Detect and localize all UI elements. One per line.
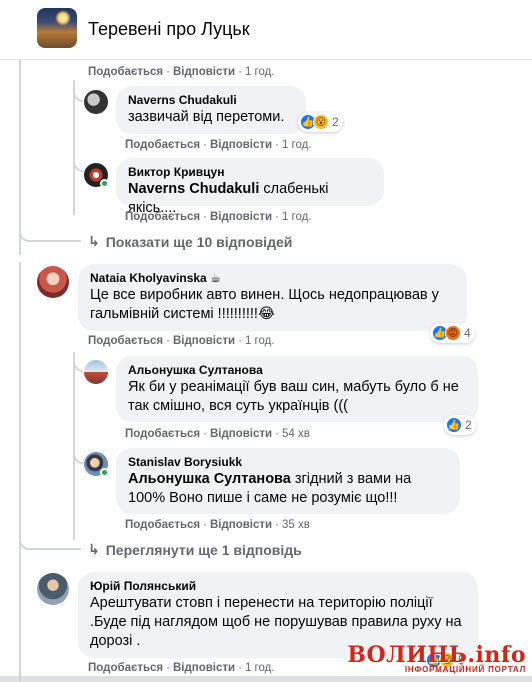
reaction-count: 4: [464, 326, 471, 340]
like-action[interactable]: Подобається: [125, 139, 200, 151]
comment-actions: Подобається · Відповісти · 1 год.: [88, 335, 275, 347]
separator: ·: [275, 428, 279, 440]
comment-bubble: Naverns Chudakuli зазвичай від перетоми.: [116, 86, 306, 134]
thread-line: [19, 60, 21, 255]
comment-time[interactable]: 1 год.: [245, 662, 275, 674]
group-avatar[interactable]: [37, 8, 77, 48]
separator: ·: [203, 519, 207, 531]
like-reaction-icon: 👍: [446, 417, 462, 433]
comment-actions: Подобається · Відповісти · 35 хв: [125, 519, 310, 531]
separator: ·: [166, 662, 170, 674]
thread-elbow: [19, 228, 81, 242]
avatar[interactable]: [84, 360, 108, 384]
separator: ·: [203, 211, 207, 223]
reply-action[interactable]: Відповісти: [173, 66, 235, 78]
comment-text: Альонушка Султанова згідний з вами на 10…: [128, 470, 448, 508]
wow-reaction-icon: 😮: [313, 114, 329, 130]
comment-time[interactable]: 1 год.: [245, 335, 275, 347]
reply-action[interactable]: Відповісти: [173, 662, 235, 674]
reply-action[interactable]: Відповісти: [210, 139, 272, 151]
like-action[interactable]: Подобається: [125, 211, 200, 223]
reply-arrow-icon: ↳: [88, 541, 100, 557]
comment-time[interactable]: 1 год.: [282, 211, 312, 223]
reply-action[interactable]: Відповісти: [210, 428, 272, 440]
group-title[interactable]: Теревені про Луцьк: [88, 19, 250, 40]
like-action[interactable]: Подобається: [88, 66, 163, 78]
like-action[interactable]: Подобається: [125, 519, 200, 531]
separator: ·: [275, 139, 279, 151]
show-more-replies-link[interactable]: ↳ Показати ще 10 відповідей: [88, 233, 293, 251]
like-action[interactable]: Подобається: [125, 428, 200, 440]
comment-author[interactable]: Naverns Chudakuli: [128, 92, 294, 108]
like-action[interactable]: Подобається: [88, 662, 163, 674]
comment-time[interactable]: 1 год.: [245, 66, 275, 78]
laughing-emoji: 😂: [257, 306, 275, 322]
comment-text: Це все виробник авто винен. Щось недопра…: [90, 286, 455, 324]
site-watermark-logo: ВОЛИНЬ.info ІНФОРМАЦІЙНИЙ ПОРТАЛ: [347, 642, 526, 674]
comment-author[interactable]: Stanislav Borysiukk: [128, 454, 448, 470]
comment-bubble: Альонушка Султанова Як би у реанімації б…: [116, 356, 478, 422]
avatar[interactable]: [37, 573, 69, 605]
separator: ·: [238, 662, 242, 674]
comment-time[interactable]: 1 год.: [282, 139, 312, 151]
comment-bubble: Виктор Кривцун Naverns Chudakuli слабень…: [116, 158, 384, 216]
separator: ·: [203, 139, 207, 151]
comment-bubble: Nataia Kholyavinska ☕ Це все виробник ав…: [78, 264, 467, 331]
thread-line: [19, 262, 21, 682]
reaction-count: 2: [332, 115, 339, 129]
comment-actions: Подобається · Відповісти · 1 год.: [88, 66, 275, 78]
avatar[interactable]: [84, 90, 108, 114]
comment-author[interactable]: Альонушка Султанова: [128, 362, 466, 378]
comment-bubble: Stanislav Borysiukk Альонушка Султанова …: [116, 448, 460, 514]
online-status-indicator: [100, 468, 109, 477]
separator: ·: [166, 66, 170, 78]
thread-line: [73, 80, 75, 215]
reply-arrow-icon: ↳: [88, 233, 100, 249]
coffee-emoji: ☕: [210, 271, 221, 285]
avatar[interactable]: [37, 266, 69, 298]
separator: ·: [238, 335, 242, 347]
reaction-summary[interactable]: 👍 😮 2: [298, 112, 343, 132]
reply-action[interactable]: Відповісти: [210, 211, 272, 223]
comment-author[interactable]: Nataia Kholyavinska ☕: [90, 270, 455, 286]
show-more-replies-label: Показати ще 10 відповідей: [105, 234, 293, 250]
reply-action[interactable]: Відповісти: [173, 335, 235, 347]
reaction-count: 2: [465, 418, 472, 432]
comment-author[interactable]: Виктор Кривцун: [128, 164, 372, 180]
comment-time[interactable]: 35 хв: [282, 519, 310, 531]
mention-link[interactable]: Альонушка Султанова: [128, 471, 291, 487]
comment-actions: Подобається · Відповісти · 54 хв: [125, 428, 310, 440]
separator: ·: [166, 335, 170, 347]
show-more-replies-label: Переглянути ще 1 відповідь: [105, 542, 302, 558]
thread-line: [73, 352, 75, 540]
reaction-summary[interactable]: 👍 😡 4: [430, 323, 475, 343]
like-action[interactable]: Подобається: [88, 335, 163, 347]
separator: ·: [275, 519, 279, 531]
comment-text: зазвичай від перетоми.: [128, 109, 285, 125]
comment-actions: Подобається · Відповісти · 1 год.: [88, 662, 275, 674]
comment-time[interactable]: 54 хв: [282, 428, 310, 440]
comment-author-name: Nataia Kholyavinska: [90, 271, 207, 285]
show-more-replies-link[interactable]: ↳ Переглянути ще 1 відповідь: [88, 541, 302, 559]
angry-reaction-icon: 😡: [445, 325, 461, 341]
separator: ·: [275, 211, 279, 223]
online-status-indicator: [100, 179, 109, 188]
comment-text: Як би у реанімації був ваш син, мабуть б…: [128, 379, 459, 414]
reaction-summary[interactable]: 👍 2: [444, 415, 476, 435]
separator: ·: [203, 428, 207, 440]
reply-action[interactable]: Відповісти: [210, 519, 272, 531]
comment-actions: Подобається · Відповісти · 1 год.: [125, 211, 312, 223]
group-header: Теревені про Луцьк: [0, 0, 532, 60]
thread-elbow: [19, 536, 81, 550]
comment-actions: Подобається · Відповісти · 1 год.: [125, 139, 312, 151]
comment-author[interactable]: Юрій Полянський: [90, 578, 466, 594]
separator: ·: [238, 66, 242, 78]
mention-link[interactable]: Naverns Chudakuli: [128, 181, 259, 197]
bottom-strip: [0, 676, 532, 682]
